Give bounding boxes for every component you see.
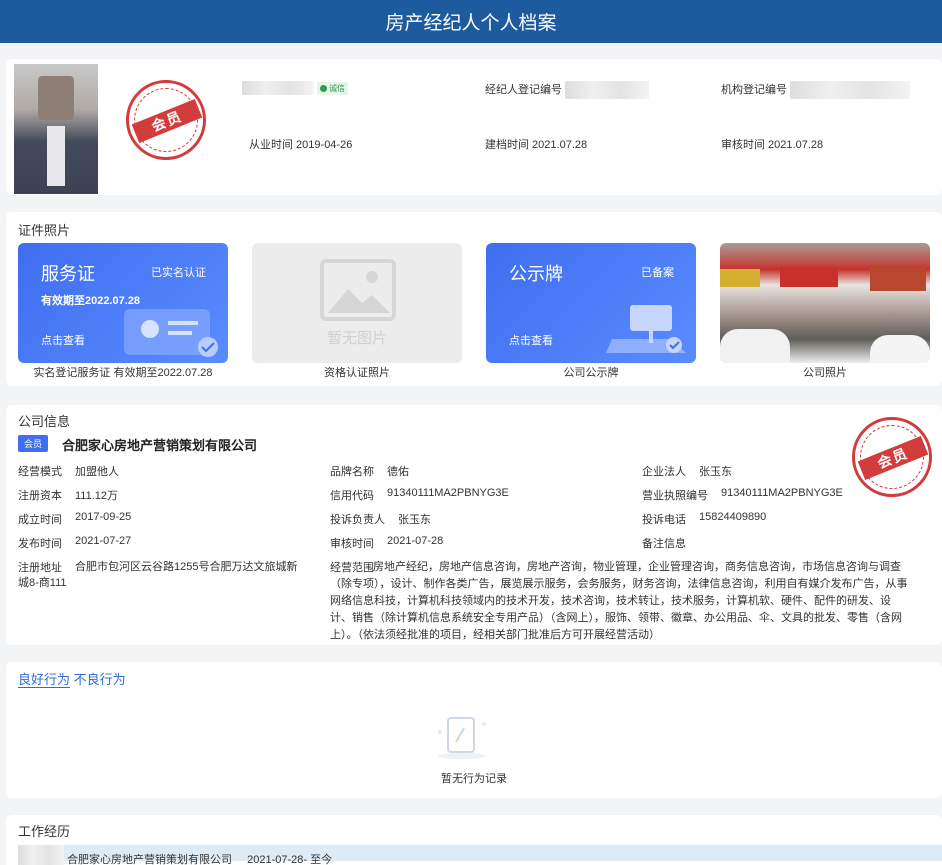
value-address: 合肥市包河区云谷路1255号合肥万达文旅城新城8-商111 [18,561,298,589]
caption-service-cert: 实名登记服务证 有效期至2022.07.28 [33,367,213,379]
id-card-icon [124,309,218,357]
value-scope: 房地产经纪，房地产信息咨询，房地产咨询，物业管理，企业管理咨询，商务信息咨询，市… [330,561,908,641]
value-reviewed: 2021-07-28 [387,535,444,547]
section-title-work: 工作经历 [18,824,71,839]
shield-icon [320,84,328,92]
image-placeholder-icon [320,259,396,321]
agent-reg-no: 经纪人登记编号 [485,81,650,100]
tab-bad-behavior[interactable]: 不良行为 [74,672,126,687]
page-header: 房产经纪人个人档案 [0,0,942,43]
profile-card: 会员 诚信 经纪人登记编号 机构登记编号 从业时间 2019-04-26 建档时… [6,59,942,195]
work-since: 从业时间 2019-04-26 [249,139,353,151]
archive-date: 建档时间 2021.07.28 [485,139,588,151]
certificates-card: 证件照片 服务证 已实名认证 有效期至2022.07.28 点击查看 实名登记服… [6,212,942,386]
org-reg-no: 机构登记编号 [721,81,911,100]
caption-company-photo: 公司照片 [803,367,847,379]
page-title: 房产经纪人个人档案 [385,13,557,34]
avatar [14,64,98,194]
view-link[interactable]: 点击查看 [509,332,553,348]
empty-record-icon [438,717,486,759]
value-published: 2021-07-27 [75,535,132,547]
label-mode: 经营模式 [18,466,62,478]
empty-text: 暂无行为记录 [441,773,507,785]
value-complaint-phone: 15824409890 [699,511,767,523]
value-complaint-person: 张玉东 [398,514,431,526]
company-name: 合肥家心房地产营销策划有限公司 [62,438,258,453]
value-legal: 张玉东 [699,466,732,478]
value-brand: 德佑 [387,466,409,478]
service-cert-tile[interactable]: 服务证 已实名认证 有效期至2022.07.28 点击查看 [18,243,228,363]
value-credit: 91340111MA2PBNYG3E [387,487,509,499]
label-credit: 信用代码 [330,490,374,502]
public-notice-tile[interactable]: 公示牌 已备案 点击查看 [486,243,696,363]
label-capital: 注册资本 [18,490,62,502]
member-stamp: 会员 [126,80,206,160]
caption-qualification: 资格认证照片 [324,367,390,379]
work-period: 2021-07-28- 至今 [247,854,333,865]
behavior-tabs: 良好行为 不良行为 [18,669,126,688]
label-legal: 企业法人 [642,466,686,478]
value-capital: 111.12万 [75,490,119,502]
company-photo-tile[interactable] [720,243,930,363]
behavior-card: 良好行为 不良行为 暂无行为记录 [6,662,942,798]
label-remark: 备注信息 [642,538,686,550]
qualification-photo-tile[interactable]: 暂无图片 [252,243,462,363]
value-license: 91340111MA2PBNYG3E [721,487,843,499]
label-complaint-person: 投诉负责人 [330,514,385,526]
section-title-certs: 证件照片 [18,223,71,238]
company-info-card: 公司信息 会员 合肥家心房地产营销策划有限公司 会员 经营模式 加盟他人 品牌名… [6,405,942,645]
work-logo [18,845,64,865]
caption-notice: 公司公示牌 [563,367,619,379]
section-title-company: 公司信息 [18,414,71,429]
label-founded: 成立时间 [18,514,62,526]
member-badge: 会员 [18,435,49,452]
view-link[interactable]: 点击查看 [41,332,85,348]
signboard-icon [606,305,686,353]
label-published: 发布时间 [18,538,62,550]
label-brand: 品牌名称 [330,466,374,478]
company-member-stamp: 会员 [852,417,932,497]
value-mode: 加盟他人 [75,466,119,478]
work-row: 合肥家心房地产营销策划有限公司 2021-07-28- 至今 [18,845,942,865]
tab-good-behavior[interactable]: 良好行为 [18,672,71,688]
label-complaint-phone: 投诉电话 [642,514,686,526]
label-reviewed: 审核时间 [330,538,374,550]
label-license: 营业执照编号 [642,490,708,502]
agent-name: 诚信 [242,81,349,95]
cert-badge: 诚信 [317,81,349,95]
work-company: 合肥家心房地产营销策划有限公司 [67,854,233,865]
review-date: 审核时间 2021.07.28 [721,139,824,151]
work-history-card: 工作经历 合肥家心房地产营销策划有限公司 2021-07-28- 至今 [6,815,942,865]
value-founded: 2017-09-25 [75,511,132,523]
